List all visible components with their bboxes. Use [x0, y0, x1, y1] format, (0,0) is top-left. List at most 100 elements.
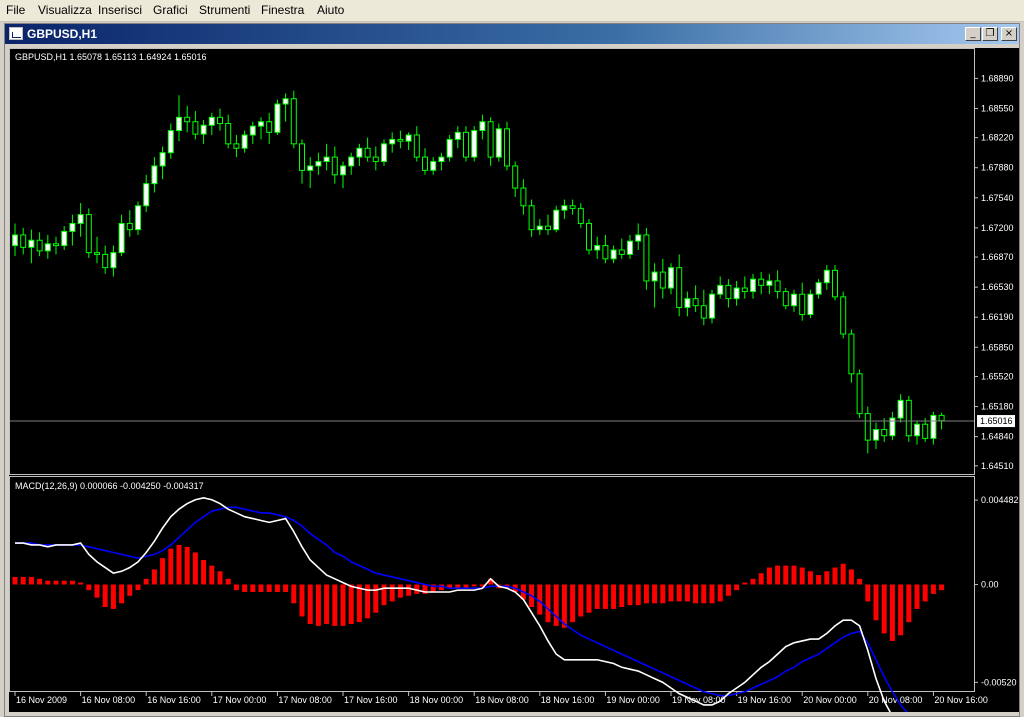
candle-body [864, 413, 871, 441]
macd-histogram-bar [709, 584, 715, 604]
macd-histogram-bar [660, 584, 666, 604]
menu-grafici[interactable]: Grafici [153, 3, 188, 17]
macd-histogram-bar [102, 584, 108, 608]
candle-body [659, 271, 666, 289]
macd-histogram-bar [775, 565, 781, 585]
close-button[interactable]: × [1001, 27, 1017, 41]
price-tick-label: 1.68550 [981, 103, 1014, 113]
candle-body [192, 121, 199, 135]
price-tick-label: 1.67880 [981, 163, 1014, 173]
macd-histogram-bar [791, 565, 797, 585]
candle-body [241, 134, 248, 149]
macd-histogram-bar [266, 584, 272, 592]
macd-histogram-bar [717, 584, 723, 602]
candle-body [635, 234, 642, 242]
macd-label: MACD(12,26,9) 0.000066 -0.004250 -0.0043… [15, 481, 204, 491]
price-tick-label: 1.68220 [981, 133, 1014, 143]
candle-body [176, 116, 182, 132]
macd-tick-label: 0.004482 [981, 495, 1019, 505]
macd-histogram-bar [734, 584, 740, 591]
macd-histogram-bar [824, 571, 830, 585]
candle-body [504, 128, 510, 167]
price-tick-label: 1.64840 [981, 432, 1014, 442]
macd-histogram-bar [676, 584, 682, 602]
candle-body [143, 183, 150, 207]
restore-button[interactable]: ❐ [982, 27, 998, 41]
macd-histogram-bar [816, 575, 822, 585]
menu-file[interactable]: File [6, 3, 25, 17]
candle-body [799, 293, 806, 316]
macd-histogram-bar [881, 584, 887, 634]
candle-body [463, 131, 469, 158]
macd-histogram-bar [37, 578, 43, 585]
macd-histogram-bar [315, 584, 321, 626]
candle-body [577, 207, 584, 224]
candle-body [28, 239, 35, 248]
candle-body [290, 98, 297, 145]
candle-body [159, 152, 166, 167]
candle-body [61, 230, 68, 247]
macd-histogram-bar [586, 584, 592, 613]
candle-body [741, 287, 748, 293]
macd-histogram-bar [570, 584, 576, 623]
time-tick-label: 17 Nov 16:00 [344, 695, 398, 705]
macd-histogram-bar [45, 580, 51, 585]
menu-strumenti[interactable]: Strumenti [199, 3, 250, 17]
macd-histogram-bar [906, 584, 912, 623]
candle-body [717, 284, 724, 295]
menu-inserisci[interactable]: Inserisci [98, 3, 142, 17]
macd-histogram-bar [684, 584, 690, 602]
candle-body [126, 222, 133, 231]
candle-body [430, 161, 437, 171]
macd-histogram-bar [799, 567, 805, 585]
candle-body [725, 284, 732, 300]
macd-histogram-bar [176, 544, 182, 585]
candle-body [282, 98, 289, 105]
minimize-button[interactable]: _ [965, 27, 981, 41]
candle-body [684, 298, 691, 308]
candle-body [258, 121, 264, 127]
macd-histogram-bar [545, 584, 551, 623]
macd-histogram-bar [151, 569, 157, 585]
macd-histogram-bar [807, 571, 813, 585]
candle-body [586, 222, 592, 251]
candle-body [692, 298, 699, 307]
time-tick-label: 16 Nov 08:00 [82, 695, 136, 705]
macd-histogram-bar [258, 584, 264, 592]
price-tick-label: 1.65850 [981, 342, 1014, 352]
macd-histogram-bar [340, 584, 346, 626]
candle-body [750, 278, 756, 293]
price-tick-label: 1.64510 [981, 461, 1014, 471]
candle-body [700, 305, 707, 319]
macd-histogram-bar [750, 578, 756, 585]
macd-histogram-bar [619, 584, 625, 608]
window-titlebar[interactable]: GBPUSD,H1 _ ❐ × [5, 24, 1019, 44]
macd-histogram-bar [832, 567, 838, 585]
menu-visualizza[interactable]: Visualizza [38, 3, 92, 17]
macd-histogram-bar [561, 584, 567, 628]
time-tick-label: 20 Nov 16:00 [934, 695, 988, 705]
candle-body [20, 234, 27, 248]
candle-body [938, 414, 945, 422]
candle-body [856, 373, 863, 415]
candle-body [930, 414, 937, 439]
candle-body [709, 293, 715, 319]
macd-histogram-bar [233, 584, 239, 591]
macd-histogram-bar [20, 576, 26, 585]
candle-body [782, 291, 789, 307]
trading-chart[interactable]: 1.68890 1.68550 1.68220 1.67880 1.67540 1.672… [9, 48, 1019, 712]
candle-body [643, 234, 650, 282]
price-tick-label: 1.67540 [981, 193, 1014, 203]
macd-histogram-bar [930, 584, 936, 594]
menu-aiuto[interactable]: Aiuto [317, 3, 344, 17]
time-tick-label: 17 Nov 00:00 [213, 695, 267, 705]
macd-histogram-bar [217, 571, 223, 585]
candle-body [413, 134, 420, 158]
candle-body [520, 187, 527, 207]
price-tick-label: 1.66870 [981, 252, 1014, 262]
macd-histogram-bar [758, 573, 764, 585]
candle-body [217, 116, 223, 124]
menu-finestra[interactable]: Finestra [261, 3, 304, 17]
macd-histogram-bar [397, 584, 403, 598]
candle-body [897, 399, 904, 419]
